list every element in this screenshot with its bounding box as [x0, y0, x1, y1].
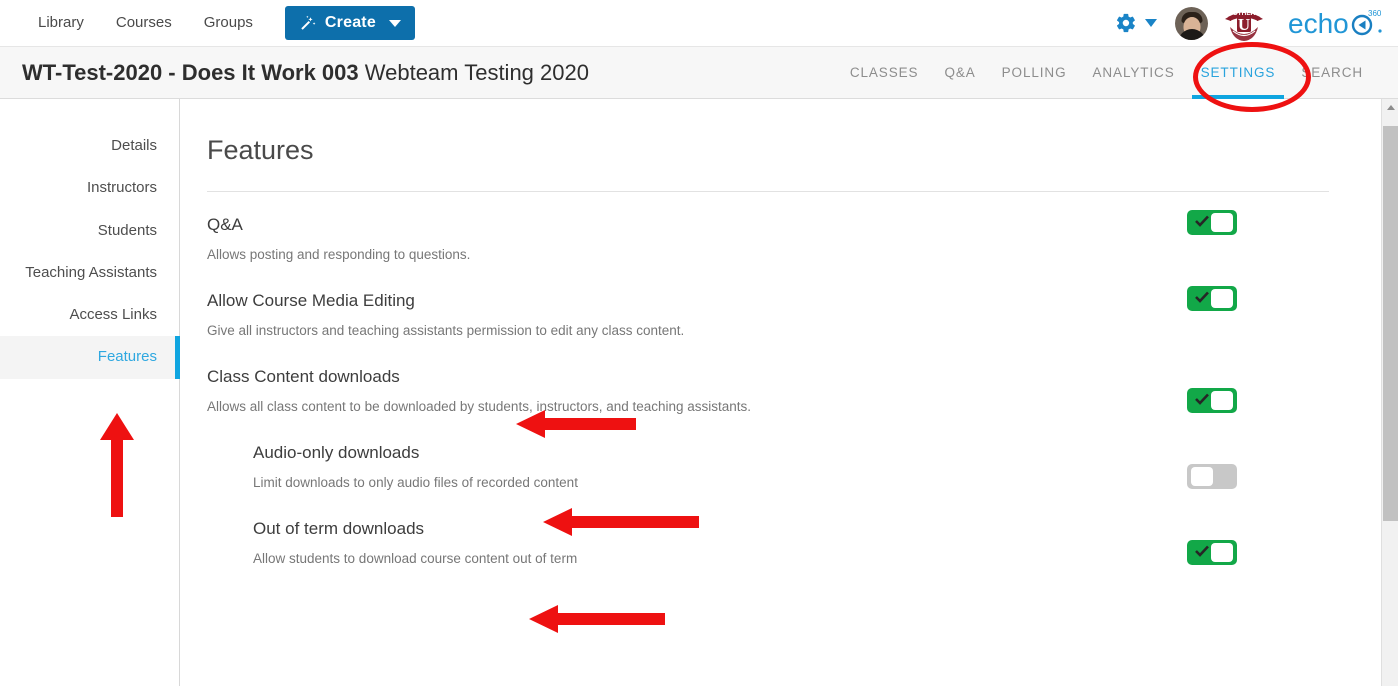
- user-avatar[interactable]: [1175, 6, 1208, 40]
- svg-text:echo: echo: [1288, 8, 1349, 39]
- toggle-knob: [1211, 391, 1233, 410]
- check-icon: [1195, 291, 1209, 303]
- feature-name: Class Content downloads: [207, 367, 400, 386]
- feature-name: Out of term downloads: [253, 519, 425, 538]
- page-title: Features: [207, 135, 314, 165]
- sidebar-item-access-links[interactable]: Access Links: [0, 294, 179, 336]
- course-header-bar: WT-Test-2020 - Does It Work 003 Webteam …: [0, 46, 1398, 99]
- toggle-allow-course-media-editing[interactable]: [1187, 286, 1237, 311]
- feature-description: Give all instructors and teaching assist…: [207, 323, 685, 338]
- tab-classes[interactable]: CLASSES: [837, 46, 932, 99]
- svg-text:360: 360: [1368, 9, 1382, 18]
- scrollbar-thumb[interactable]: [1383, 126, 1398, 521]
- course-title: WT-Test-2020 - Does It Work 003 Webteam …: [0, 60, 589, 86]
- check-icon: [1195, 545, 1209, 557]
- feature-description: Allows all class content to be downloade…: [207, 399, 752, 414]
- toggle-knob: [1211, 543, 1233, 562]
- feature-name: Allow Course Media Editing: [207, 291, 415, 310]
- settings-gear-button[interactable]: [1115, 12, 1175, 34]
- chevron-down-icon: [1145, 19, 1157, 27]
- feature-description: Limit downloads to only audio files of r…: [253, 475, 578, 490]
- check-icon: [1195, 393, 1209, 405]
- svg-text:U: U: [1238, 15, 1250, 34]
- echo360-course-settings-page: Library Courses Groups Create OTHER U ec…: [0, 0, 1398, 686]
- feature-name: Audio-only downloads: [253, 443, 420, 462]
- top-navigation-bar: Library Courses Groups Create OTHER U ec…: [0, 0, 1398, 46]
- echo360-logo[interactable]: echo 360: [1288, 6, 1384, 40]
- feature-row-qa: Q&A Allows posting and responding to que…: [207, 192, 1329, 268]
- scroll-up-button[interactable]: [1382, 99, 1398, 116]
- toggle-knob: [1191, 467, 1213, 486]
- tab-search[interactable]: SEARCH: [1288, 46, 1376, 99]
- toggle-knob: [1211, 213, 1233, 232]
- course-tabs: CLASSES Q&A POLLING ANALYTICS SETTINGS S…: [837, 46, 1398, 99]
- tab-polling[interactable]: POLLING: [989, 46, 1080, 99]
- nav-link-groups[interactable]: Groups: [188, 0, 269, 46]
- chevron-down-icon: [388, 19, 401, 27]
- toggle-out-of-term-downloads[interactable]: [1187, 540, 1237, 565]
- feature-row-allow-course-media-editing: Allow Course Media Editing Give all inst…: [207, 268, 1329, 344]
- tab-analytics[interactable]: ANALYTICS: [1079, 46, 1187, 99]
- check-icon: [1195, 215, 1209, 227]
- gear-icon: [1116, 13, 1135, 33]
- sidebar-item-features[interactable]: Features: [0, 336, 180, 379]
- toggle-class-content-downloads[interactable]: [1187, 388, 1237, 413]
- create-button-label: Create: [324, 14, 376, 31]
- feature-list: Q&A Allows posting and responding to que…: [181, 192, 1369, 572]
- tab-qa[interactable]: Q&A: [931, 46, 988, 99]
- nav-link-library[interactable]: Library: [22, 0, 100, 46]
- top-nav-links: Library Courses Groups Create: [0, 0, 415, 46]
- vertical-scrollbar[interactable]: [1381, 99, 1398, 686]
- sidebar-item-students[interactable]: Students: [0, 210, 179, 252]
- nav-link-courses[interactable]: Courses: [100, 0, 188, 46]
- feature-row-out-of-term-downloads: Out of term downloads Allow students to …: [207, 496, 1329, 572]
- toggle-audio-only-downloads[interactable]: [1187, 464, 1237, 489]
- course-code-name: WT-Test-2020 - Does It Work 003: [22, 59, 359, 85]
- triangle-up-icon: [1386, 105, 1395, 110]
- feature-row-class-content-downloads: Class Content downloads Allows all class…: [207, 344, 1329, 420]
- feature-row-audio-only-downloads: Audio-only downloads Limit downloads to …: [207, 420, 1329, 496]
- sidebar-item-teaching-assistants[interactable]: Teaching Assistants: [0, 252, 179, 294]
- course-term: Webteam Testing 2020: [364, 59, 589, 85]
- top-bar-right-group: OTHER U echo 360: [1115, 3, 1398, 43]
- feature-description: Allows posting and responding to questio…: [207, 247, 471, 262]
- magic-wand-icon: [301, 15, 316, 30]
- toggle-knob: [1211, 289, 1233, 308]
- feature-description: Allow students to download course conten…: [253, 551, 578, 566]
- other-u-crest-logo: OTHER U: [1225, 10, 1263, 41]
- settings-sidebar: Details Instructors Students Teaching As…: [0, 99, 180, 686]
- create-button[interactable]: Create: [284, 6, 415, 40]
- sidebar-item-details[interactable]: Details: [0, 125, 179, 167]
- toggle-qa[interactable]: [1187, 210, 1237, 235]
- sidebar-item-instructors[interactable]: Instructors: [0, 167, 179, 209]
- feature-name: Q&A: [207, 215, 243, 234]
- avatar-body: [1177, 28, 1206, 40]
- tab-settings[interactable]: SETTINGS: [1188, 46, 1289, 99]
- features-panel: Features Q&A Allows posting and respondi…: [181, 99, 1369, 686]
